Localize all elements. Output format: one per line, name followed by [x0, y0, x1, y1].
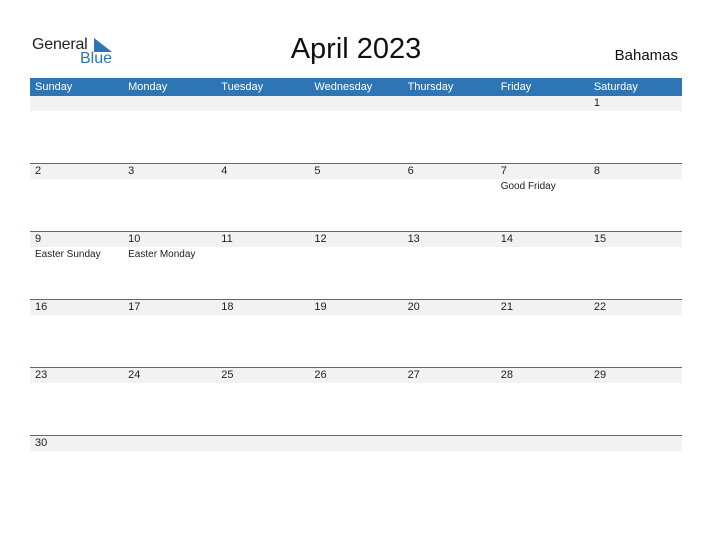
holiday-label: [589, 247, 682, 262]
day-number: 20: [407, 301, 420, 313]
day-number: [589, 436, 682, 451]
day-number: 16: [35, 301, 48, 313]
date-strip: 2 3 4 5 6 7 8: [30, 164, 682, 179]
holiday-label: [216, 247, 309, 262]
day-number: 11: [221, 233, 233, 245]
day-number: [309, 436, 402, 451]
day-number: 4: [221, 165, 228, 177]
day-number: 10: [128, 233, 141, 245]
holiday-label: Easter Monday: [128, 249, 196, 260]
holiday-label: [216, 179, 309, 194]
holiday-label: [30, 179, 123, 194]
week-row: 23 24 25 26 27 28 29: [30, 367, 682, 435]
weekday-tuesday: Tuesday: [221, 81, 264, 93]
day-number: 17: [128, 301, 141, 313]
week-row: 2 3 4 5 6 7 8 Good Friday: [30, 163, 682, 231]
page-title: April 2023: [290, 33, 422, 65]
holiday-label: [403, 247, 496, 262]
day-number: 1: [593, 97, 600, 109]
day-number: [403, 96, 496, 111]
day-number: [123, 436, 216, 451]
weekday-monday: Monday: [128, 81, 168, 93]
holiday-label: Easter Sunday: [35, 249, 101, 260]
events-row: Easter Sunday Easter Monday: [30, 247, 682, 262]
country-label: Bahamas: [614, 47, 678, 64]
day-number: [496, 96, 589, 111]
day-number: 26: [314, 369, 327, 381]
day-number: 6: [407, 165, 414, 177]
date-strip: 1: [30, 96, 682, 111]
weekday-header: Sunday Monday Tuesday Wednesday Thursday Frid…: [30, 78, 682, 96]
calendar-grid: Sunday Monday Tuesday Wednesday Thursday Frid…: [30, 78, 682, 503]
holiday-label: [589, 179, 682, 194]
day-number: 24: [128, 369, 141, 381]
day-number: [403, 436, 496, 451]
date-strip: 30: [30, 436, 682, 451]
date-strip: 23 24 25 26 27 28 29: [30, 368, 682, 383]
holiday-label: [496, 247, 589, 262]
day-number: 21: [500, 301, 513, 313]
week-row: 30: [30, 435, 682, 503]
day-number: 14: [500, 233, 513, 245]
weekday-wednesday: Wednesday: [314, 81, 373, 93]
day-number: [216, 96, 309, 111]
day-number: 2: [35, 165, 42, 177]
day-number: 23: [35, 369, 48, 381]
day-number: 30: [35, 437, 48, 449]
day-number: 12: [314, 233, 327, 245]
weekday-friday: Friday: [500, 81, 532, 93]
weekday-thursday: Thursday: [407, 81, 454, 93]
holiday-label: [309, 179, 402, 194]
day-number: [496, 436, 589, 451]
weekday-sunday: Sunday: [35, 81, 73, 93]
week-row: 16 17 18 19 20 21 22: [30, 299, 682, 367]
day-number: 18: [221, 301, 234, 313]
holiday-label: [123, 179, 216, 194]
day-number: [216, 436, 309, 451]
events-row: Good Friday: [30, 179, 682, 194]
day-number: 25: [221, 369, 234, 381]
holiday-label: [403, 179, 496, 194]
week-row: 1: [30, 96, 682, 163]
day-number: 3: [128, 165, 135, 177]
holiday-label: Good Friday: [500, 181, 556, 192]
day-number: 29: [593, 369, 607, 381]
day-number: 13: [407, 233, 420, 245]
week-row: 9 10 11 12 13 14 15 Easter Sunday Easter Monday: [30, 231, 682, 299]
day-number: [30, 96, 123, 111]
day-number: 9: [35, 233, 42, 245]
day-number: 8: [593, 165, 600, 177]
day-number: 28: [500, 369, 513, 381]
date-strip: 16 17 18 19 20 21 22: [30, 300, 682, 315]
holiday-label: [309, 247, 402, 262]
day-number: 7: [500, 165, 507, 177]
day-number: 19: [314, 301, 327, 313]
day-number: 27: [407, 369, 420, 381]
day-number: 5: [314, 165, 321, 177]
day-number: 22: [593, 301, 607, 313]
day-number: [123, 96, 216, 111]
day-number: [309, 96, 402, 111]
date-strip: 9 10 11 12 13 14 15: [30, 232, 682, 247]
weekday-saturday: Saturday: [593, 81, 638, 93]
day-number: 15: [593, 233, 607, 245]
